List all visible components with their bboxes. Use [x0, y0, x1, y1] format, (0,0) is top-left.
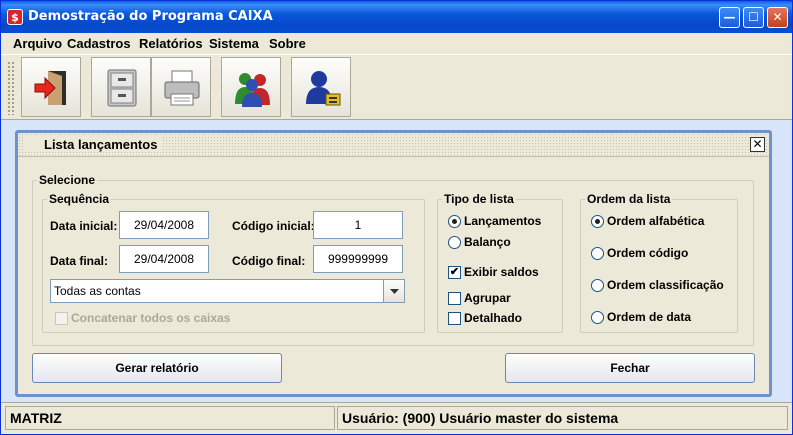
checkmark-icon: ✔ — [448, 266, 461, 279]
agrupar-label: Agrupar — [464, 291, 511, 305]
radio-ordem-alfabetica-label: Ordem alfabética — [607, 214, 705, 228]
close-icon: ✕ — [772, 10, 783, 24]
tipo-lista-group: Tipo de lista Lançamentos Balanço ✔ Exib… — [437, 192, 563, 333]
menu-relatorios[interactable]: Relatórios — [139, 36, 203, 51]
sequencia-group: Sequência Data inicial: 29/04/2008 Códig… — [42, 192, 425, 333]
selecione-legend: Selecione — [37, 173, 98, 187]
radio-dot — [591, 311, 604, 324]
frame-title-bar[interactable]: Lista lançamentos ✕ — [18, 133, 769, 157]
radio-lancamentos-label: Lançamentos — [464, 214, 542, 228]
contas-select[interactable]: Todas as contas — [50, 279, 405, 303]
maximize-icon: ☐ — [748, 10, 759, 24]
radio-lancamentos[interactable]: Lançamentos — [448, 214, 558, 230]
checkbox-box — [448, 292, 461, 305]
radio-dot — [591, 247, 604, 260]
radio-balanco-label: Balanço — [464, 235, 511, 249]
radio-dot — [591, 279, 604, 292]
gerar-relatorio-button[interactable]: Gerar relatório — [32, 353, 282, 383]
status-bar: MATRIZ Usuário: (900) Usuário master do … — [1, 402, 792, 434]
exit-door-icon — [34, 71, 66, 105]
concatenar-label: Concatenar todos os caixas — [71, 311, 231, 325]
codigo-final-input[interactable]: 999999999 — [313, 245, 403, 273]
status-branch: MATRIZ — [5, 406, 335, 430]
radio-ordem-codigo-label: Ordem código — [607, 246, 689, 260]
detalhado-label: Detalhado — [464, 311, 523, 325]
radio-dot — [448, 236, 461, 249]
frame-close-button[interactable]: ✕ — [750, 137, 765, 152]
selecione-group: Selecione Sequência Data inicial: 29/04/… — [32, 173, 754, 346]
users-button[interactable] — [221, 57, 281, 117]
checkbox-box — [55, 312, 68, 325]
data-final-input[interactable]: 29/04/2008 — [119, 245, 209, 273]
main-window: $ Demostração do Programa CAIXA — ☐ ✕ Ar… — [0, 0, 793, 435]
codigo-inicial-input[interactable]: 1 — [313, 211, 403, 239]
printer-icon — [164, 70, 200, 106]
codigo-final-label: Código final: — [232, 254, 306, 268]
menu-sistema[interactable]: Sistema — [209, 36, 259, 51]
file-cabinet-icon — [107, 69, 137, 107]
app-icon: $ — [7, 9, 23, 25]
exibir-saldos-label: Exibir saldos — [464, 265, 539, 279]
lista-lancamentos-frame: Lista lançamentos ✕ Selecione Sequência … — [15, 130, 772, 397]
users-icon — [235, 73, 270, 107]
frame-title: Lista lançamentos — [24, 137, 163, 152]
radio-dot — [448, 215, 461, 228]
toolbar-grip[interactable] — [7, 61, 15, 115]
minimize-button[interactable]: — — [719, 7, 740, 28]
radio-ordem-data-label: Ordem de data — [607, 310, 692, 324]
radio-ordem-codigo[interactable]: Ordem código — [591, 246, 731, 262]
radio-balanco[interactable]: Balanço — [448, 235, 558, 251]
sequencia-legend: Sequência — [47, 192, 112, 206]
radio-ordem-alfabetica[interactable]: Ordem alfabética — [591, 214, 731, 230]
menu-cadastros[interactable]: Cadastros — [67, 36, 131, 51]
toolbar — [1, 54, 792, 120]
radio-ordem-data[interactable]: Ordem de data — [591, 310, 731, 326]
print-button[interactable] — [151, 57, 211, 117]
contas-select-value: Todas as contas — [54, 284, 141, 298]
chevron-down-icon[interactable] — [383, 280, 404, 302]
data-inicial-input[interactable]: 29/04/2008 — [119, 211, 209, 239]
title-bar[interactable]: $ Demostração do Programa CAIXA — ☐ ✕ — [1, 1, 792, 33]
menu-arquivo[interactable]: Arquivo — [13, 36, 62, 51]
window-title: Demostração do Programa CAIXA — [28, 9, 273, 24]
fechar-button[interactable]: Fechar — [505, 353, 755, 383]
radio-ordem-classificacao-label: Ordem classificação — [607, 278, 724, 292]
cadastros-button[interactable] — [91, 57, 151, 117]
data-inicial-label: Data inicial: — [50, 219, 118, 233]
menu-bar: Arquivo Cadastros Relatórios Sistema Sob… — [1, 33, 792, 54]
radio-ordem-classificacao[interactable]: Ordem classificação — [591, 278, 731, 294]
close-icon: ✕ — [752, 137, 763, 151]
tipo-lista-legend: Tipo de lista — [442, 192, 516, 206]
codigo-inicial-label: Código inicial: — [232, 219, 315, 233]
minimize-icon: — — [723, 10, 736, 24]
exibir-saldos-checkbox[interactable]: ✔ Exibir saldos — [448, 265, 558, 281]
checkbox-box — [448, 312, 461, 325]
agrupar-checkbox[interactable]: Agrupar — [448, 291, 558, 307]
menu-sobre[interactable]: Sobre — [269, 36, 306, 51]
user-security-icon — [306, 71, 341, 106]
close-button[interactable]: ✕ — [767, 7, 788, 28]
exit-button[interactable] — [21, 57, 81, 117]
maximize-button[interactable]: ☐ — [743, 7, 764, 28]
ordem-lista-legend: Ordem da lista — [585, 192, 673, 206]
user-security-button[interactable] — [291, 57, 351, 117]
status-user: Usuário: (900) Usuário master do sistema — [337, 406, 788, 430]
ordem-lista-group: Ordem da lista Ordem alfabética Ordem có… — [580, 192, 738, 333]
concatenar-checkbox[interactable]: Concatenar todos os caixas — [55, 311, 255, 327]
detalhado-checkbox[interactable]: Detalhado — [448, 311, 558, 327]
radio-dot — [591, 215, 604, 228]
data-final-label: Data final: — [50, 254, 109, 268]
